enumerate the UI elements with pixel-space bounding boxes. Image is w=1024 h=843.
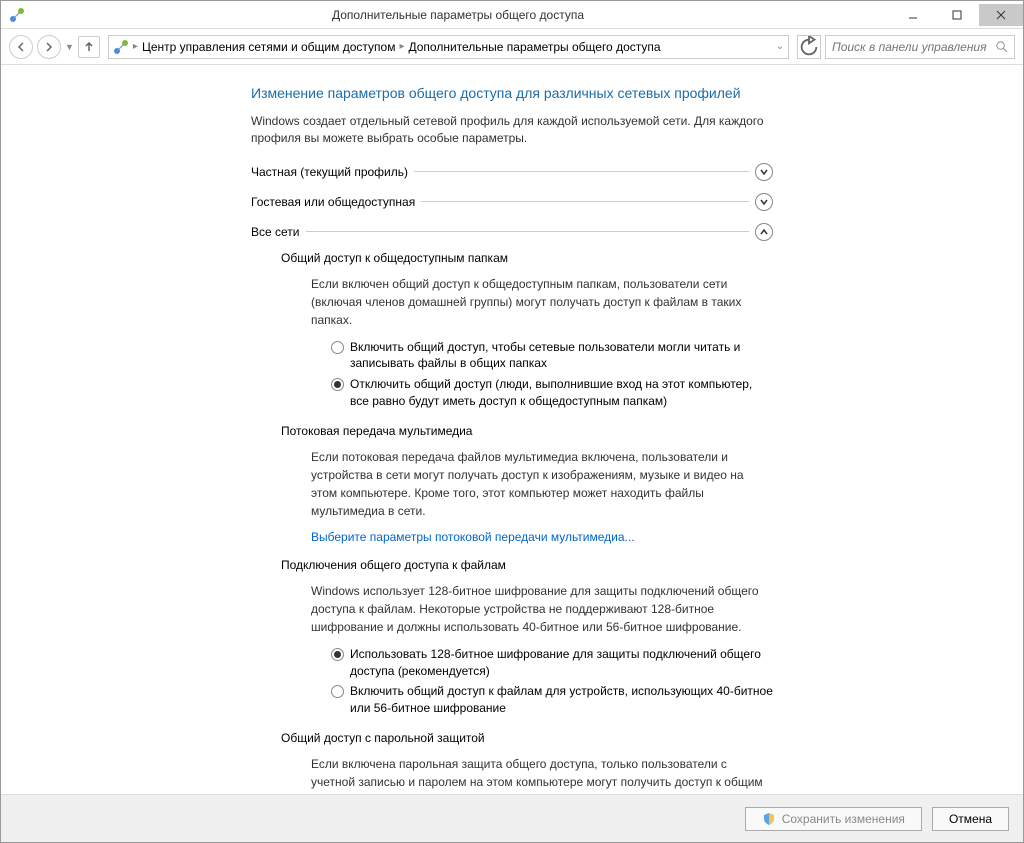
save-button-label: Сохранить изменения xyxy=(782,812,905,826)
section-password-sharing: Общий доступ с парольной защитой Если вк… xyxy=(281,731,773,794)
window-title: Дополнительные параметры общего доступа xyxy=(25,8,891,22)
radio-label: Включить общий доступ к файлам для устро… xyxy=(350,683,773,717)
cancel-button[interactable]: Отмена xyxy=(932,807,1009,831)
network-sharing-icon xyxy=(113,39,129,55)
page-heading: Изменение параметров общего доступа для … xyxy=(251,85,773,101)
radio-label: Отключить общий доступ (люди, выполнивши… xyxy=(350,376,773,410)
section-desc: Если включен общий доступ к общедоступны… xyxy=(311,275,773,329)
section-public-folders: Общий доступ к общедоступным папкам Если… xyxy=(281,251,773,410)
profile-guest-header[interactable]: Гостевая или общедоступная xyxy=(251,193,773,211)
navbar: ▼ ▸ Центр управления сетями и общим дост… xyxy=(1,29,1023,65)
page-description: Windows создает отдельный сетевой профил… xyxy=(251,113,773,147)
cancel-button-label: Отмена xyxy=(949,812,992,826)
window-controls xyxy=(891,4,1023,26)
radio-group-pubfolders: Включить общий доступ, чтобы сетевые пол… xyxy=(331,339,773,410)
radio-icon xyxy=(331,341,344,354)
section-desc: Если включена парольная защита общего до… xyxy=(311,755,773,794)
network-icon xyxy=(9,7,25,23)
profile-all: Все сети Общий доступ к общедоступным па… xyxy=(251,223,773,794)
radio-filesharing-40[interactable]: Включить общий доступ к файлам для устро… xyxy=(331,683,773,717)
radio-icon xyxy=(331,378,344,391)
radio-filesharing-128[interactable]: Использовать 128-битное шифрование для з… xyxy=(331,646,773,680)
close-button[interactable] xyxy=(979,4,1023,26)
footer: Сохранить изменения Отмена xyxy=(1,794,1023,842)
refresh-button[interactable] xyxy=(797,35,821,59)
breadcrumb-item-2[interactable]: Дополнительные параметры общего доступа xyxy=(408,40,660,54)
breadcrumb-item-1[interactable]: Центр управления сетями и общим доступом xyxy=(142,40,396,54)
section-title: Подключения общего доступа к файлам xyxy=(281,558,773,572)
search-icon xyxy=(995,40,1008,54)
radio-pubfolders-off[interactable]: Отключить общий доступ (люди, выполнивши… xyxy=(331,376,773,410)
minimize-button[interactable] xyxy=(891,4,935,26)
media-streaming-link[interactable]: Выберите параметры потоковой передачи му… xyxy=(311,530,635,544)
profile-guest: Гостевая или общедоступная xyxy=(251,193,773,211)
chevron-down-icon[interactable] xyxy=(755,163,773,181)
chevron-up-icon[interactable] xyxy=(755,223,773,241)
profile-guest-label: Гостевая или общедоступная xyxy=(251,195,415,209)
radio-label: Использовать 128-битное шифрование для з… xyxy=(350,646,773,680)
address-bar[interactable]: ▸ Центр управления сетями и общим доступ… xyxy=(108,35,789,59)
divider xyxy=(414,171,749,172)
search-box[interactable] xyxy=(825,35,1015,59)
divider xyxy=(306,231,750,232)
content-area: Изменение параметров общего доступа для … xyxy=(1,65,1023,794)
forward-button[interactable] xyxy=(37,35,61,59)
section-file-sharing: Подключения общего доступа к файлам Wind… xyxy=(281,558,773,717)
radio-icon xyxy=(331,648,344,661)
back-button[interactable] xyxy=(9,35,33,59)
section-desc: Если потоковая передача файлов мультимед… xyxy=(311,448,773,520)
profile-private: Частная (текущий профиль) xyxy=(251,163,773,181)
radio-icon xyxy=(331,685,344,698)
section-desc: Windows использует 128-битное шифрование… xyxy=(311,582,773,636)
up-button[interactable] xyxy=(78,36,100,58)
radio-group-filesharing: Использовать 128-битное шифрование для з… xyxy=(331,646,773,717)
window: Дополнительные параметры общего доступа … xyxy=(0,0,1024,843)
chevron-right-icon: ▸ xyxy=(399,41,404,52)
profile-private-header[interactable]: Частная (текущий профиль) xyxy=(251,163,773,181)
section-media-streaming: Потоковая передача мультимедиа Если пото… xyxy=(281,424,773,544)
search-input[interactable] xyxy=(832,40,989,54)
profile-all-header[interactable]: Все сети xyxy=(251,223,773,241)
section-title: Общий доступ к общедоступным папкам xyxy=(281,251,773,265)
profile-private-label: Частная (текущий профиль) xyxy=(251,165,408,179)
profile-all-label: Все сети xyxy=(251,225,300,239)
section-title: Потоковая передача мультимедиа xyxy=(281,424,773,438)
radio-label: Включить общий доступ, чтобы сетевые пол… xyxy=(350,339,773,373)
divider xyxy=(421,201,749,202)
chevron-down-icon[interactable]: ⌄ xyxy=(776,41,784,52)
section-title: Общий доступ с парольной защитой xyxy=(281,731,773,745)
maximize-button[interactable] xyxy=(935,4,979,26)
shield-icon xyxy=(762,812,776,826)
titlebar: Дополнительные параметры общего доступа xyxy=(1,1,1023,29)
save-button[interactable]: Сохранить изменения xyxy=(745,807,922,831)
chevron-right-icon: ▸ xyxy=(133,41,138,52)
radio-pubfolders-on[interactable]: Включить общий доступ, чтобы сетевые пол… xyxy=(331,339,773,373)
recent-dropdown-icon[interactable]: ▼ xyxy=(65,42,74,52)
chevron-down-icon[interactable] xyxy=(755,193,773,211)
